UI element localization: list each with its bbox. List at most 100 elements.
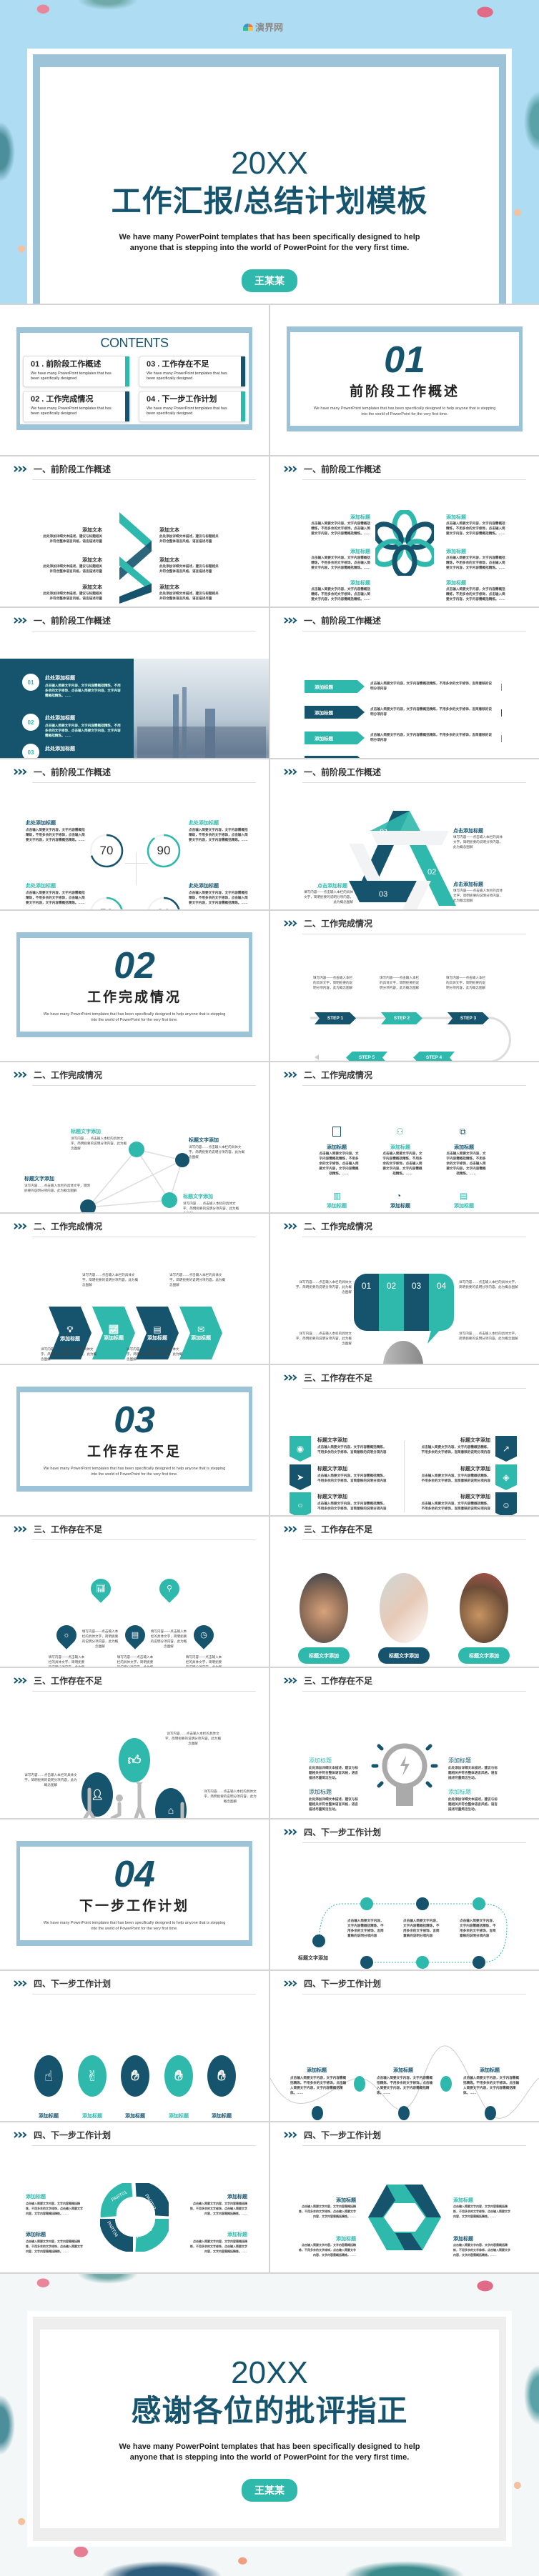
- four-fingers-icon: ✋︎: [164, 2055, 193, 2097]
- item-desc: 点击输入简要文字内容，文字内容需概括精炼，不用多余的文字修饰，言简意赅的说明分项…: [403, 1919, 440, 1937]
- city-image: [134, 659, 269, 758]
- item-desc: 填写内容——点击输入本栏的具体文字，简明扼要的说明分项内容，此为概念图解: [81, 1629, 119, 1648]
- divider-cross: [125, 863, 148, 864]
- zigzag-slide[interactable]: 一、前阶段工作概述 添加文本 此处添加详细文本描述，建议与标题相关并符合整体语言…: [0, 456, 269, 606]
- slide-title: 二、工作完成情况: [304, 1070, 373, 1080]
- target-icon: ◈: [495, 1464, 517, 1490]
- slide-header: 四、下一步工作计划: [284, 2129, 381, 2141]
- mail-icon: ✉: [197, 1324, 205, 1334]
- item-desc: 此处添加详细文本描述，建议与标题相关并符合整体语言风格，语言描述尽量: [159, 591, 219, 600]
- step-3: STEP 3: [447, 1012, 489, 1024]
- header-divider: [302, 2145, 526, 2146]
- item-title: 添加标题: [26, 2232, 46, 2237]
- cover-frame: 20XX 感谢各位的批评指正 We have many PowerPoint t…: [27, 2311, 512, 2547]
- thinking-head-slide[interactable]: 二、工作完成情况 01 02 03 04 详写内容……点击输入本栏的具体文字，简…: [270, 1214, 539, 1364]
- item-desc: 填写内容——点击输入本栏的具体文字，简明扼要的说明分项内容，此为概念图解: [380, 976, 420, 989]
- header-divider: [32, 1994, 256, 1995]
- tag-list-slide[interactable]: 一、前阶段工作概述 添加标题 点击输入简要文字内容，文字内容需概括精炼，不用多余…: [270, 608, 539, 758]
- contents-item[interactable]: 02 . 工作完成情况 We have many PowerPoint templ…: [23, 391, 130, 422]
- item-desc: 详写内容……点击输入本栏的具体文字，简明扼要的说明分项内容，此为概念图解: [295, 1280, 352, 1294]
- list-number: 03: [22, 744, 39, 758]
- item-title: 添加标题: [327, 1204, 347, 1209]
- watermark-logo: 演界网: [243, 20, 283, 34]
- network-icon: ⧉: [460, 1127, 466, 1137]
- photo-cards-slide[interactable]: 三、工作存在不足 标题文字添加 标题文字添加 标题文字添加: [270, 1517, 539, 1667]
- item-desc: 点击输入简要文字内容，文字内容需概括精炼，不用多余的文字修饰，言简意赅的说明分项…: [421, 1474, 490, 1482]
- map-pins-slide[interactable]: 三、工作存在不足 📊︎ ⚲ ☼ ▤ ◷ 填写内容——点击输入本栏的具体文字，简明…: [0, 1517, 269, 1667]
- item-desc: 点击输入简要文字内容，文字内容需概括精炼，不用多余的文字修饰，点击输入简要文字内…: [26, 828, 85, 842]
- item-desc: 详写内容……点击输入本栏的具体文字，简明扼要的说明分项内容，此为概念图解: [24, 1773, 77, 1787]
- icon-grid-slide[interactable]: 二、工作完成情况 ⚇ ⧉ ▥ ◔ ▤ 添加标题 点击输入简要文字内容，文字内容需…: [270, 1062, 539, 1212]
- item-desc: 点击输入简要文字内容，文字内容需概括精炼，不用多余的文字修饰，点击输入简要文字内…: [45, 684, 121, 697]
- item-desc: 点击输入简要文字内容，文字内容需概括精炼，不用多余的文字修饰，言简意赅的说明分项…: [317, 1445, 387, 1454]
- header-divider: [302, 1539, 526, 1540]
- item-desc: 点击输入简要文字内容，文字内容需概括精炼，不用多余的文字修饰，言简意赅的说明分项…: [421, 1502, 490, 1510]
- wave-diagram: [270, 2045, 539, 2120]
- section-slide-03[interactable]: 03 工作存在不足 We have many PowerPoint templa…: [0, 1365, 269, 1515]
- hand-count-slide[interactable]: 四、下一步工作计划 ☝︎ ✌︎ ✋︎ ✋︎ ✋︎ 添加标题 添加标题 添加标题 …: [0, 1971, 269, 2121]
- title-pill[interactable]: 标题文字添加: [298, 1647, 350, 1664]
- gauge-value: 30: [147, 907, 181, 909]
- wave-timeline-slide[interactable]: 四、下一步工作计划 添加标题 添加标题 添加标题 点击输入简要文字内容，文字内容…: [270, 1971, 539, 2121]
- item-desc: 此处添加详细文本描述，建议与标题相关并符合整体语言风格，语言描述尽量: [159, 564, 219, 573]
- contents-item[interactable]: 04 . 下一步工作计划 We have many PowerPoint temp…: [139, 391, 246, 422]
- network-slide[interactable]: 二、工作完成情况 标题文字添加 详写内容……点击输入本栏的具体文字，简明扼要的说…: [0, 1062, 269, 1212]
- header-divider: [32, 1539, 256, 1540]
- slide-title: 一、前阶段工作概述: [34, 616, 112, 626]
- shield-list-slide[interactable]: 三、工作存在不足 ◉ ➤ ○ ↗ ◈ ☺ 标题文字添加 点击输入简要文字内容，文…: [270, 1365, 539, 1515]
- section-slide-04[interactable]: 04 下一步工作计划 We have many PowerPoint templ…: [0, 1819, 269, 1970]
- lightbulb-slide[interactable]: 三、工作存在不足 添加标题 此处添加详细文本描述，建议与标题相关并符合整体语言风…: [270, 1668, 539, 1818]
- title-pill[interactable]: 标题文字添加: [458, 1647, 510, 1664]
- item-title: 添加标题: [390, 1204, 410, 1209]
- item-desc: 详写内容……点击输入本栏的具体文字，简明扼要的说明分项内容，此为概念图解: [169, 1273, 226, 1287]
- item-desc: 点击输入简要文字内容，文字内容需概括精炼，不用多余的文字修饰，点击输入简要文字内…: [26, 891, 85, 904]
- parts-ring-slide[interactable]: 四、下一步工作计划 PART01 PART02 PART03 PART04 添加…: [0, 2122, 269, 2272]
- hexagon-slide[interactable]: 一、前阶段工作概述 01 02 03 点击添加标题 填写内容——点击输入本栏的具…: [270, 759, 539, 909]
- slide-title: 四、下一步工作计划: [34, 1979, 112, 1989]
- two-fingers-icon: ✌︎: [78, 2055, 107, 2097]
- title-pill[interactable]: 标题文字添加: [378, 1647, 430, 1664]
- step-4: STEP 4: [413, 1052, 455, 1061]
- item-title: 添加标题: [336, 2237, 356, 2242]
- hex-number: 01: [380, 828, 389, 837]
- contents-item-desc: We have many PowerPoint templates that h…: [147, 371, 227, 381]
- slide-header: 三、工作存在不足: [284, 1674, 372, 1687]
- slide-card: 04 下一步工作计划 We have many PowerPoint templ…: [20, 1847, 249, 1940]
- contents-item[interactable]: 03 . 工作存在不足 We have many PowerPoint templ…: [139, 356, 246, 387]
- steps-slide[interactable]: 二、工作完成情况 STEP 1 STEP 2 STEP 3 STEP 4 STE…: [270, 911, 539, 1061]
- contents-item[interactable]: 01 . 前阶段工作概述 We have many PowerPoint temp…: [23, 356, 130, 387]
- stick-figures-icon: [83, 1782, 184, 1818]
- section-slide-02[interactable]: 02 工作完成情况 We have many PowerPoint templa…: [0, 911, 269, 1061]
- flower-slide[interactable]: 一、前阶段工作概述 添加标题 点击输入简要文字内容，文字内容需概括精炼，不用多余…: [270, 456, 539, 606]
- dotted-path-slide[interactable]: 四、下一步工作计划 标题文字添加 点击输入简要文字内容，文字内容需概括精炼，不用…: [270, 1819, 539, 1970]
- chevrons-icon: [284, 1374, 297, 1381]
- item-desc: 此处添加详细文本描述，建议与标题相关并符合整体语言风格，语言描述尽量: [43, 534, 102, 543]
- item-title: 此处添加标题: [45, 747, 75, 752]
- writing-photo: [380, 1573, 428, 1643]
- slide-header: 一、前阶段工作概述: [284, 614, 381, 626]
- item-title: 此处添加标题: [189, 884, 219, 889]
- item-title: 点击添加标题: [453, 882, 483, 887]
- item-title: 添加标题: [393, 2068, 413, 2073]
- city-panel-slide[interactable]: 一、前阶段工作概述 01 此处添加标题 点击输入简要文字内容，文字内容需概括精炼…: [0, 608, 269, 758]
- hex-ring-slide[interactable]: 四、下一步工作计划 添加标题 点击输入简要文字内容，文字内容需概括精炼，不用多余…: [270, 2122, 539, 2272]
- section-slide-01[interactable]: 01 前阶段工作概述 We have many PowerPoint templ…: [270, 305, 539, 455]
- list-number: 02: [22, 714, 39, 731]
- teamwork-figures-slide[interactable]: 三、工作存在不足 👍︎ 👤︎ ⌂ 详写内容……点击输入本栏的具体文字，简明扼要的…: [0, 1668, 269, 1818]
- basket-icon: [175, 1153, 189, 1167]
- search-pin-icon: ⚲: [155, 1574, 184, 1603]
- gauges-slide[interactable]: 一、前阶段工作概述 此处添加标题 点击输入简要文字内容，文字内容需概括精炼，不用…: [0, 759, 269, 909]
- slide-header: 一、前阶段工作概述: [284, 463, 381, 475]
- globe-icon: ◉: [290, 1436, 311, 1462]
- section-desc: We have many PowerPoint templates that h…: [43, 1921, 226, 1931]
- slide-header: 三、工作存在不足: [284, 1372, 372, 1384]
- bubble-number: 02: [379, 1274, 404, 1331]
- bulb-icon: 💡︎: [66, 1324, 74, 1334]
- item-title: 标题文字添加: [460, 1438, 490, 1443]
- slide-grid: CONTENTS 01 . 前阶段工作概述 We have many PowerP…: [0, 305, 539, 2272]
- contents-slide[interactable]: CONTENTS 01 . 前阶段工作概述 We have many PowerP…: [0, 305, 269, 455]
- document-pin-icon: ▤: [121, 1621, 149, 1649]
- item-desc: 此处添加详细文本描述，建议与标题相关并符合整体语言风格，语言描述尽量简洁生动。: [448, 1797, 498, 1811]
- chevrons-icon: [284, 466, 297, 472]
- chevron-process-slide[interactable]: 二、工作完成情况 💡︎ 添加标题 📈︎ 添加标题 ▤ 添加标题 ✉ 添加标题 详写内容……: [0, 1214, 269, 1364]
